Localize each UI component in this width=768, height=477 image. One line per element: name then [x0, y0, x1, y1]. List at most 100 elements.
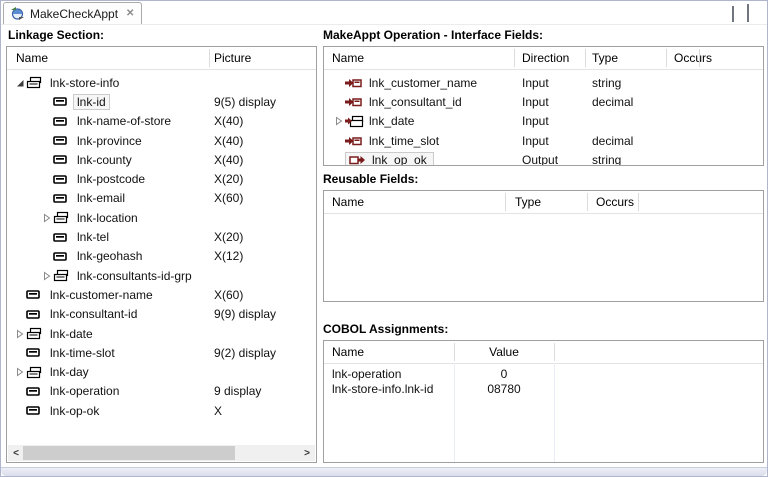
table-row[interactable]: lnk-telX(20) — [7, 227, 316, 246]
table-row[interactable]: lnk-consultants-id-grp — [7, 266, 316, 285]
elementary-field-icon — [53, 194, 73, 203]
group-field-icon — [26, 366, 46, 379]
picture-cell: 9 display — [214, 382, 261, 401]
elementary-field-icon — [53, 233, 73, 242]
group-field-icon — [53, 211, 73, 224]
tab-close-icon[interactable]: ✕ — [126, 8, 134, 19]
tree-collapsed-icon[interactable] — [40, 213, 53, 223]
table-row[interactable]: lnk-op-okX — [7, 401, 316, 420]
picture-cell: 9(9) display — [214, 305, 276, 324]
header-separator — [209, 49, 210, 67]
direction-cell: Output — [522, 150, 558, 166]
table-row[interactable]: lnk_dateInput — [324, 112, 763, 131]
field-name-label: lnk-customer-name — [46, 287, 157, 303]
reusable-fields-title: Reusable Fields: — [323, 172, 418, 186]
type-cell: string — [592, 73, 621, 92]
picture-cell: X(20) — [214, 169, 243, 188]
elementary-field-icon — [53, 117, 73, 126]
table-row[interactable]: lnk-store-info — [7, 73, 316, 92]
table-row[interactable]: lnk-operation0 — [324, 366, 763, 382]
elementary-field-icon — [26, 310, 46, 319]
reusable-table-header: Name Type Occurs — [324, 191, 763, 214]
field-name-label: lnk_customer_name — [365, 75, 481, 91]
column-header-direction: Direction — [522, 51, 569, 65]
table-row[interactable]: lnk-day — [7, 362, 316, 381]
table-row[interactable]: lnk_customer_name Input string — [324, 73, 763, 92]
horizontal-scrollbar[interactable]: < > — [8, 445, 315, 461]
table-row[interactable]: lnk-email X(60) — [7, 189, 316, 208]
field-name-label: lnk-postcode — [73, 171, 149, 187]
field-name-label: lnk-consultants-id-grp — [73, 268, 196, 284]
tab-makecheckappt[interactable]: MakeCheckAppt ✕ — [3, 2, 142, 24]
type-cell: string — [592, 150, 621, 166]
elementary-field-icon — [26, 348, 46, 357]
header-separator — [585, 49, 586, 67]
field-name-label: lnk_consultant_id — [365, 94, 466, 110]
tree-collapsed-icon[interactable] — [332, 116, 345, 126]
direction-cell: Input — [522, 92, 549, 111]
picture-cell: X(40) — [214, 112, 243, 131]
table-row[interactable]: lnk-store-info.lnk-id08780 — [324, 382, 763, 398]
direction-cell: Input — [522, 73, 549, 92]
tree-collapsed-icon[interactable] — [13, 367, 26, 377]
field-name-label: lnk-consultant-id — [46, 306, 141, 322]
table-row[interactable]: lnk-time-slot9(2) display — [7, 343, 316, 362]
linkage-table: Name Picture lnk-store-infolnk-id9(5) di… — [6, 46, 317, 463]
table-row[interactable]: lnk-name-of-storeX(40) — [7, 112, 316, 131]
tree-collapsed-icon[interactable] — [40, 271, 53, 281]
picture-cell: X(60) — [214, 189, 243, 208]
table-row[interactable]: lnk-postcode X(20) — [7, 169, 316, 188]
field-name-label: lnk-op-ok — [46, 403, 103, 419]
scroll-right-icon[interactable]: > — [300, 446, 314, 460]
field-name-label: lnk-day — [46, 364, 93, 380]
table-row[interactable]: lnk-consultant-id 9(9) display — [7, 305, 316, 324]
table-row[interactable]: lnk_consultant_idInputdecimal — [324, 92, 763, 111]
field-name-label: lnk-operation — [46, 383, 123, 399]
field-name-label: lnk-geohash — [73, 248, 146, 264]
table-row[interactable]: lnk-provinceX(40) — [7, 131, 316, 150]
header-separator — [554, 343, 555, 361]
header-separator — [638, 193, 639, 211]
header-separator — [514, 49, 515, 67]
table-row[interactable]: lnk-id9(5) display — [7, 92, 316, 111]
table-row[interactable]: lnk-customer-name X(60) — [7, 285, 316, 304]
cobol-assignments-title: COBOL Assignments: — [323, 322, 448, 336]
field-name-label: lnk_time_slot — [365, 133, 443, 149]
picture-cell: X(60) — [214, 285, 243, 304]
table-row[interactable]: lnk-operation 9 display — [7, 382, 316, 401]
maximize-view-icon[interactable] — [747, 7, 749, 21]
field-name-label: lnk-location — [73, 210, 142, 226]
column-header-occurs: Occurs — [596, 195, 634, 209]
picture-cell: X(12) — [214, 247, 243, 266]
column-header-type: Type — [515, 195, 541, 209]
output-field-icon — [349, 155, 369, 165]
cobol-table-header: Name Value — [324, 341, 763, 364]
input-group-icon — [345, 115, 365, 128]
tree-expanded-icon[interactable] — [13, 78, 26, 88]
column-header-name: Name — [16, 51, 48, 65]
selected-field: lnk_op_ok — [345, 152, 434, 166]
tree-collapsed-icon[interactable] — [13, 329, 26, 339]
field-name-label: lnk-email — [73, 190, 129, 206]
input-field-icon — [345, 78, 365, 88]
scrollbar-thumb[interactable] — [23, 446, 235, 460]
elementary-field-icon — [53, 155, 73, 164]
column-header-name: Name — [332, 345, 364, 359]
field-name-label: lnk-time-slot — [46, 345, 119, 361]
table-row[interactable]: lnk_time_slotInputdecimal — [324, 131, 763, 150]
field-name-label: lnk-date — [46, 326, 97, 342]
service-interface-icon — [10, 6, 25, 21]
scroll-left-icon[interactable]: < — [9, 446, 23, 460]
table-row[interactable]: lnk-geohash X(12) — [7, 247, 316, 266]
header-separator — [666, 49, 667, 67]
input-field-icon — [345, 97, 365, 107]
table-row[interactable]: lnk-location — [7, 208, 316, 227]
table-row[interactable]: lnk-county X(40) — [7, 150, 316, 169]
table-row[interactable]: lnk_op_ok Output string — [324, 150, 763, 166]
minimize-view-icon[interactable] — [732, 7, 734, 21]
field-name-label: lnk_date — [365, 113, 418, 129]
table-row[interactable]: lnk-date — [7, 324, 316, 343]
field-name-label: lnk-county — [73, 152, 136, 168]
picture-cell: X(40) — [214, 150, 243, 169]
assignment-value: 08780 — [454, 382, 554, 398]
